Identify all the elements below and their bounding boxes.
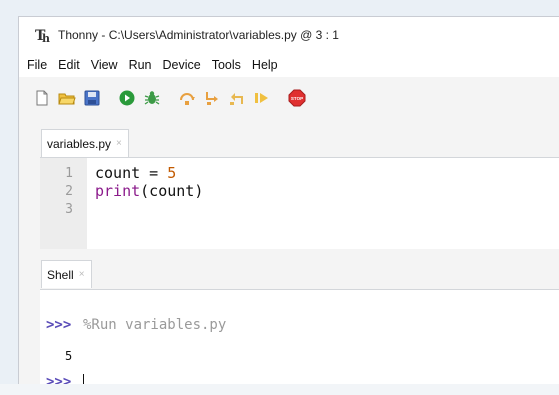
stop-icon[interactable]: STOP — [288, 89, 306, 107]
menu-bar: File Edit View Run Device Tools Help — [19, 53, 559, 77]
shell-output: 5 — [65, 349, 73, 363]
toolbar: STOP — [19, 83, 559, 113]
resume-icon[interactable] — [253, 89, 271, 107]
tab-label: variables.py — [47, 136, 112, 151]
menu-file[interactable]: File — [27, 58, 47, 72]
tab-shell[interactable]: Shell × — [41, 260, 92, 288]
code-editor[interactable]: 1 2 3 count = 5 print(count) — [40, 157, 559, 249]
close-icon[interactable]: × — [79, 269, 85, 280]
title-bar: Th Thonny - C:\Users\Administrator\varia… — [19, 17, 559, 53]
desktop-background — [0, 384, 559, 395]
line-number: 2 — [65, 184, 73, 199]
open-file-icon[interactable] — [58, 89, 76, 107]
code-line: print(count) — [95, 182, 204, 200]
step-over-icon[interactable] — [178, 89, 196, 107]
run-icon[interactable] — [118, 89, 136, 107]
svg-text:STOP: STOP — [291, 96, 303, 101]
tab-variables-py[interactable]: variables.py × — [41, 129, 129, 157]
shell-prompt: >>> — [46, 374, 72, 384]
editor-tab-bar: variables.py × — [37, 129, 559, 157]
thonny-window: Th Thonny - C:\Users\Administrator\varia… — [18, 16, 559, 384]
save-icon[interactable] — [83, 89, 101, 107]
menu-run[interactable]: Run — [129, 58, 152, 72]
thonny-logo-icon: Th — [35, 27, 50, 45]
menu-tools[interactable]: Tools — [212, 58, 241, 72]
menu-help[interactable]: Help — [252, 58, 278, 72]
shell-command: %Run variables.py — [83, 317, 227, 333]
menu-device[interactable]: Device — [163, 58, 201, 72]
shell-prompt: >>> — [46, 317, 72, 333]
step-out-icon[interactable] — [228, 89, 246, 107]
debug-icon[interactable] — [143, 89, 161, 107]
code-line: count = 5 — [95, 164, 177, 182]
line-number-gutter: 1 2 3 — [40, 158, 87, 249]
shell-tab-bar: Shell × — [37, 260, 559, 288]
step-into-icon[interactable] — [203, 89, 221, 107]
tab-label: Shell — [47, 267, 74, 282]
menu-edit[interactable]: Edit — [58, 58, 80, 72]
new-file-icon[interactable] — [33, 89, 51, 107]
shell-console[interactable]: >>> %Run variables.py 5 >>> — [40, 289, 559, 384]
window-title: Thonny - C:\Users\Administrator\variable… — [58, 28, 339, 42]
menu-view[interactable]: View — [91, 58, 118, 72]
line-number: 3 — [65, 202, 73, 217]
line-number: 1 — [65, 166, 73, 181]
close-icon[interactable]: × — [116, 138, 122, 149]
text-cursor — [83, 374, 84, 384]
